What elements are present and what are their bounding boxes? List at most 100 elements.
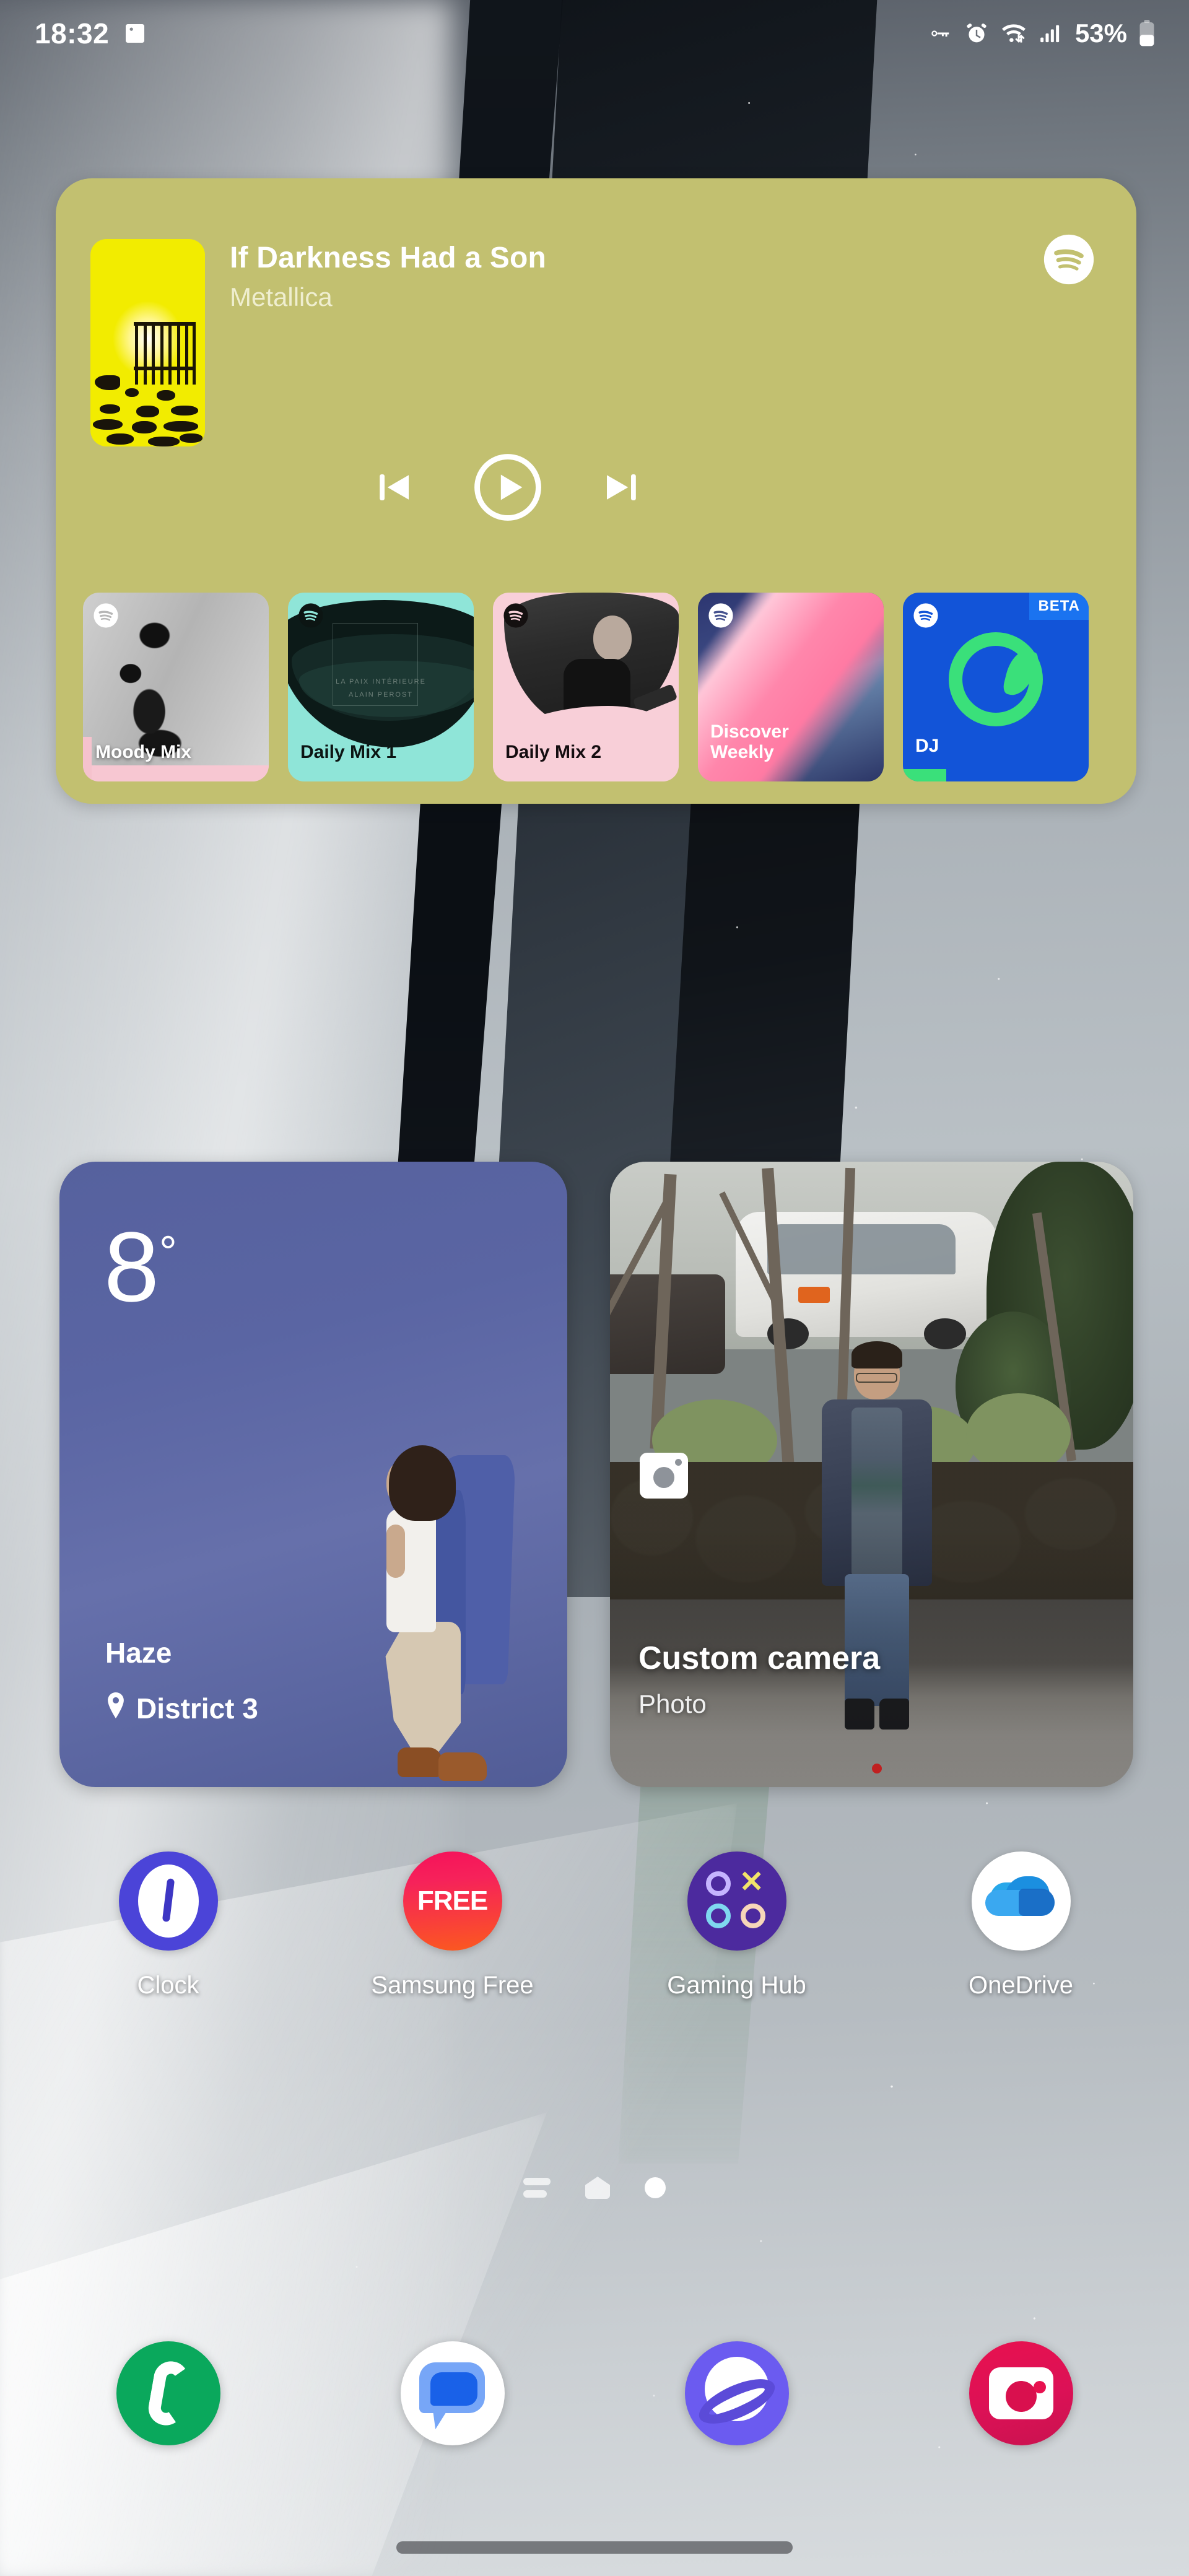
weather-illustration [329,1416,534,1787]
spotify-playlist-tiles: Moody Mix LA PAIX INTÉRIEURE ALAIN PEROST… [56,584,1136,804]
camera-widget[interactable]: Custom camera Photo [610,1162,1133,1787]
app-clock[interactable]: Clock [66,1852,271,1999]
location-pin-icon [105,1692,126,1725]
playlist-label: Moody Mix [95,742,191,763]
alarm-clock-icon [964,20,990,46]
camera-app-icon [969,2341,1073,2445]
message-bubble-inner [430,2372,477,2406]
status-bar-right: 53% [926,19,1157,48]
illustration-boot-right [438,1752,487,1781]
illustration-boot-left [398,1747,442,1777]
gaming-circle-icon [705,1904,731,1928]
dock-app-messages[interactable] [351,2341,555,2445]
track-title: If Darkness Had a Son [230,242,547,274]
home-gesture-pill[interactable] [396,2541,793,2554]
current-page-dot[interactable] [645,2177,666,2198]
spotify-logo-icon [298,603,324,629]
status-bar: 18:32 53% [0,0,1189,67]
clock-app-icon [118,1852,218,1951]
playlist-bottom-bar [83,765,269,781]
home-page-icon[interactable] [585,2177,610,2199]
track-artist: Metallica [230,282,333,312]
status-bar-clock: 18:32 [35,17,110,50]
app-onedrive[interactable]: OneDrive [919,1852,1123,1999]
photo-car-taillight [798,1287,830,1303]
vpn-key-icon [926,20,954,47]
battery-percent-label: 53% [1074,19,1127,48]
playlist-progress-bar [903,769,946,781]
temperature-value: 8 [104,1211,159,1322]
app-label: OneDrive [969,1972,1073,1999]
illustration-hair [389,1445,456,1521]
playlist-tile-moody-mix[interactable]: Moody Mix [83,593,269,781]
news-page-icon[interactable] [523,2178,551,2198]
weather-widget[interactable]: 8° Haze District 3 [59,1162,567,1787]
spotify-logo-icon [503,603,529,629]
camera-flash-dot [675,1459,682,1466]
dock-app-phone[interactable] [66,2341,271,2445]
messages-app-icon [400,2341,505,2445]
playlist-artwork-caption: LA PAIX INTÉRIEURE ALAIN PEROST [336,678,426,699]
photo-red-marker [871,1764,882,1773]
camera-widget-title: Custom camera [638,1640,881,1676]
spotify-logo-icon [913,603,939,629]
photo-car-window [767,1224,956,1274]
gaming-hub-app-icon: ✕ [687,1852,786,1951]
spotify-logo-icon [708,603,734,629]
wifi-icon [1000,19,1028,48]
playlist-accent-bar [83,737,92,781]
weather-location: District 3 [105,1692,258,1725]
playlist-label: Daily Mix 2 [505,742,602,763]
app-gaming-hub[interactable]: ✕ Gaming Hub [635,1852,839,1999]
camera-flash-dot [1033,2380,1046,2393]
skip-previous-button[interactable] [372,465,416,510]
dock-app-camera[interactable] [919,2341,1123,2445]
cellular-signal-icon [1038,21,1063,46]
illustration-legs [385,1622,461,1755]
beta-badge: BETA [1029,593,1089,620]
camera-icon [640,1453,688,1499]
gaming-circle-icon [705,1871,731,1896]
app-samsung-free[interactable]: FREE Samsung Free [351,1852,555,1999]
app-label: Samsung Free [371,1972,534,1999]
onedrive-app-icon [971,1852,1071,1951]
playlist-tile-daily-mix-1[interactable]: LA PAIX INTÉRIEURE ALAIN PEROST Daily Mix… [288,593,474,781]
playlist-tile-discover-weekly[interactable]: Discover Weekly [698,593,884,781]
playlist-tile-dj[interactable]: BETA DJ [903,593,1089,781]
app-label: Gaming Hub [667,1972,806,1999]
spotify-now-playing: If Darkness Had a Son Metallica [56,178,1136,584]
playlist-label: Daily Mix 1 [300,742,397,763]
skip-next-button[interactable] [599,465,644,510]
camera-lens [653,1466,674,1488]
person-hair [851,1341,902,1369]
track-metadata: If Darkness Had a Son Metallica [230,239,1136,312]
dock-app-internet[interactable] [635,2341,839,2445]
location-name: District 3 [136,1692,258,1725]
image-icon [123,21,147,46]
photo-car-wheel [924,1318,966,1349]
spotify-logo-icon[interactable] [1042,233,1095,286]
app-label: Clock [137,1972,199,1999]
play-button[interactable] [473,453,542,522]
samsung-free-app-icon: FREE [403,1852,502,1951]
spotify-music-widget[interactable]: If Darkness Had a Son Metallica Moody Mi… [56,178,1136,804]
browser-app-icon [684,2341,789,2445]
message-bubble-tail [432,2408,449,2429]
playback-controls [372,453,644,522]
playlist-artwork-figure [593,615,632,660]
degree-symbol: ° [159,1227,177,1277]
battery-icon [1137,19,1157,48]
navigation-bar [0,2519,1189,2576]
album-art [90,239,205,446]
weather-condition: Haze [105,1637,172,1669]
playlist-label: DJ [915,736,939,757]
illustration-arm [386,1525,405,1578]
spotify-logo-icon [93,603,119,629]
gaming-circle-icon [740,1904,765,1928]
samsung-free-wordmark: FREE [417,1886,488,1916]
playlist-tile-daily-mix-2[interactable]: Daily Mix 2 [493,593,679,781]
home-screen-app-row: Clock FREE Samsung Free ✕ Gaming Hub One… [0,1852,1189,2087]
phone-app-icon [116,2341,220,2445]
handset-shape [145,2358,191,2429]
camera-widget-subtitle: Photo [638,1689,707,1718]
